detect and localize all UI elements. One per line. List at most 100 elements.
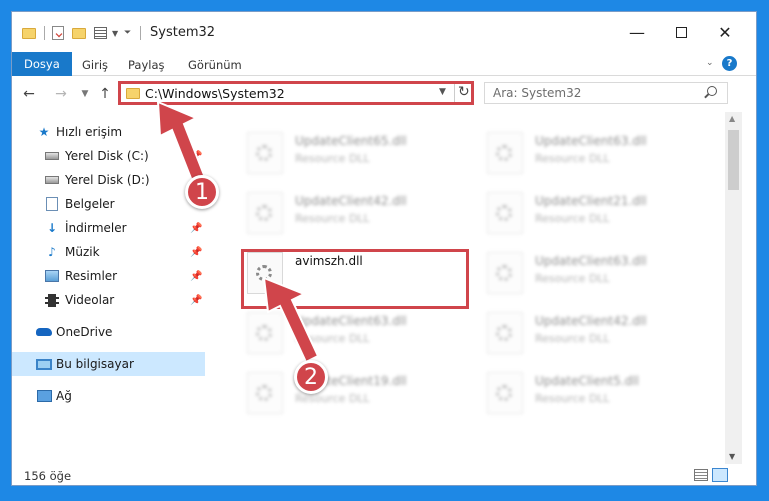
vertical-scrollbar[interactable]: ▲ ▼ — [725, 112, 742, 464]
file-item[interactable]: UpdateClient42.dll Resource DLL — [487, 312, 717, 364]
pictures-icon — [44, 269, 60, 283]
chevron-down-icon[interactable]: ▼ — [112, 25, 118, 41]
onedrive-icon — [36, 325, 52, 339]
sidebar-item-disk-d[interactable]: Yerel Disk (D:) — [12, 168, 205, 192]
dll-file-icon — [487, 192, 523, 234]
status-bar: 156 öğe — [12, 464, 756, 486]
toolbar-divider — [140, 26, 141, 40]
window-title: System32 — [150, 25, 216, 40]
item-count: 156 öğe — [24, 469, 72, 483]
file-type: Resource DLL — [535, 332, 610, 345]
file-type: Resource DLL — [295, 152, 370, 165]
customize-toolbar-icon[interactable]: ⏷ — [124, 25, 131, 41]
refresh-button[interactable]: ↻ — [458, 84, 470, 100]
file-item[interactable]: UpdateClient19.dll Resource DLL — [247, 372, 477, 424]
network-icon — [36, 389, 52, 403]
file-item[interactable]: UpdateClient65.dll Resource DLL — [247, 132, 477, 184]
address-path[interactable]: C:\Windows\System32 — [145, 86, 285, 101]
sidebar-item-label: Resimler — [65, 269, 118, 283]
step-1-badge: 1 — [185, 175, 219, 209]
file-type: Resource DLL — [535, 392, 610, 405]
file-item[interactable]: UpdateClient42.dll Resource DLL — [247, 192, 477, 244]
close-button[interactable]: ✕ — [703, 20, 747, 44]
forward-button[interactable]: → — [52, 84, 70, 104]
minimize-icon: — — [629, 22, 645, 42]
computer-icon — [36, 357, 52, 371]
sidebar-item-label: OneDrive — [56, 325, 113, 339]
search-placeholder: Ara: System32 — [493, 86, 582, 100]
address-divider — [454, 84, 455, 102]
help-icon[interactable]: ? — [722, 56, 737, 71]
large-icons-view-icon[interactable] — [712, 468, 728, 482]
file-name: UpdateClient63.dll — [535, 134, 647, 148]
sidebar-item-label: Bu bilgisayar — [56, 357, 134, 371]
pin-icon[interactable]: 📌 — [190, 247, 202, 258]
pin-icon[interactable]: 📌 — [190, 223, 202, 234]
sidebar-item-label: Videolar — [65, 293, 115, 307]
dll-file-icon — [247, 372, 283, 414]
navigation-bar: ← → ▼ ↑ C:\Windows\System32 ▼ ↻ Ara: Sys… — [12, 76, 756, 112]
dll-file-icon — [247, 192, 283, 234]
recent-locations-icon[interactable]: ▼ — [76, 84, 94, 104]
scrollbar-thumb[interactable] — [728, 130, 739, 190]
sidebar-item-documents[interactable]: Belgeler — [12, 192, 205, 216]
new-folder-icon[interactable] — [72, 25, 86, 41]
tab-file[interactable]: Dosya — [12, 52, 72, 76]
scroll-up-icon[interactable]: ▲ — [729, 114, 735, 123]
sidebar-item-label: Hızlı erişim — [56, 125, 123, 139]
pin-icon[interactable]: 📌 — [190, 151, 202, 162]
back-button[interactable]: ← — [20, 84, 38, 104]
pin-icon[interactable]: 📌 — [190, 271, 202, 282]
file-type: Resource DLL — [295, 392, 370, 405]
file-type: Resource DLL — [295, 332, 370, 345]
sidebar-item-label: Yerel Disk (D:) — [65, 173, 150, 187]
sidebar-item-disk-c[interactable]: Yerel Disk (C:) 📌 — [12, 144, 205, 168]
file-type: Resource DLL — [535, 152, 610, 165]
file-list: UpdateClient65.dll Resource DLL UpdateCl… — [205, 112, 725, 464]
file-name: UpdateClient65.dll — [295, 134, 407, 148]
sidebar-item-downloads[interactable]: ↓ İndirmeler 📌 — [12, 216, 205, 240]
ribbon-tabs: Dosya Giriş Paylaş Görünüm ⌄ ? — [12, 50, 756, 76]
minimize-button[interactable]: — — [615, 20, 659, 44]
disk-icon — [44, 149, 60, 163]
up-button[interactable]: ↑ — [96, 84, 114, 104]
close-icon: ✕ — [718, 22, 732, 42]
chevron-down-icon[interactable]: ▼ — [439, 87, 446, 97]
sidebar-item-network[interactable]: Ağ — [12, 384, 205, 408]
tab-share[interactable]: Paylaş — [118, 53, 175, 76]
file-item[interactable]: UpdateClient63.dll Resource DLL — [487, 132, 717, 184]
sidebar-item-pictures[interactable]: Resimler 📌 — [12, 264, 205, 288]
sidebar-item-music[interactable]: ♪ Müzik 📌 — [12, 240, 205, 264]
expand-ribbon-icon[interactable]: ⌄ — [706, 58, 714, 68]
maximize-button[interactable] — [659, 20, 703, 44]
sidebar-item-videos[interactable]: Videolar 📌 — [12, 288, 205, 312]
file-item-target[interactable]: avimszh.dll — [247, 252, 477, 304]
file-item[interactable]: UpdateClient21.dll Resource DLL — [487, 192, 717, 244]
sidebar-item-quick-access[interactable]: ★ Hızlı erişim — [12, 120, 205, 144]
file-item[interactable]: UpdateClient63.dll Resource DLL — [247, 312, 477, 364]
sidebar-item-label: Müzik — [65, 245, 100, 259]
pin-icon[interactable]: 📌 — [190, 295, 202, 306]
address-bar[interactable]: C:\Windows\System32 ▼ ↻ — [118, 81, 474, 105]
search-icon[interactable] — [707, 86, 717, 96]
navigation-pane: ★ Hızlı erişim Yerel Disk (C:) 📌 Yerel D… — [12, 112, 205, 462]
star-icon: ★ — [38, 125, 50, 139]
music-icon: ♪ — [48, 245, 56, 259]
scroll-down-icon[interactable]: ▼ — [729, 452, 735, 461]
videos-icon — [44, 293, 60, 307]
file-type: Resource DLL — [535, 212, 610, 225]
sidebar-item-this-pc[interactable]: Bu bilgisayar — [12, 352, 205, 376]
file-name: UpdateClient42.dll — [535, 314, 647, 328]
sidebar-item-label: Belgeler — [65, 197, 115, 211]
sidebar-item-onedrive[interactable]: OneDrive — [12, 320, 205, 344]
file-item[interactable]: UpdateClient63.dll Resource DLL — [487, 252, 717, 304]
tab-home[interactable]: Giriş — [72, 53, 118, 76]
view-icon[interactable] — [94, 25, 107, 41]
file-item[interactable]: UpdateClient5.dll Resource DLL — [487, 372, 717, 424]
dll-file-icon — [487, 312, 523, 354]
tab-view[interactable]: Görünüm — [178, 53, 252, 76]
properties-icon[interactable] — [52, 25, 64, 41]
search-input[interactable]: Ara: System32 — [484, 82, 728, 104]
details-view-icon[interactable] — [694, 469, 708, 481]
dll-file-icon — [247, 252, 283, 294]
